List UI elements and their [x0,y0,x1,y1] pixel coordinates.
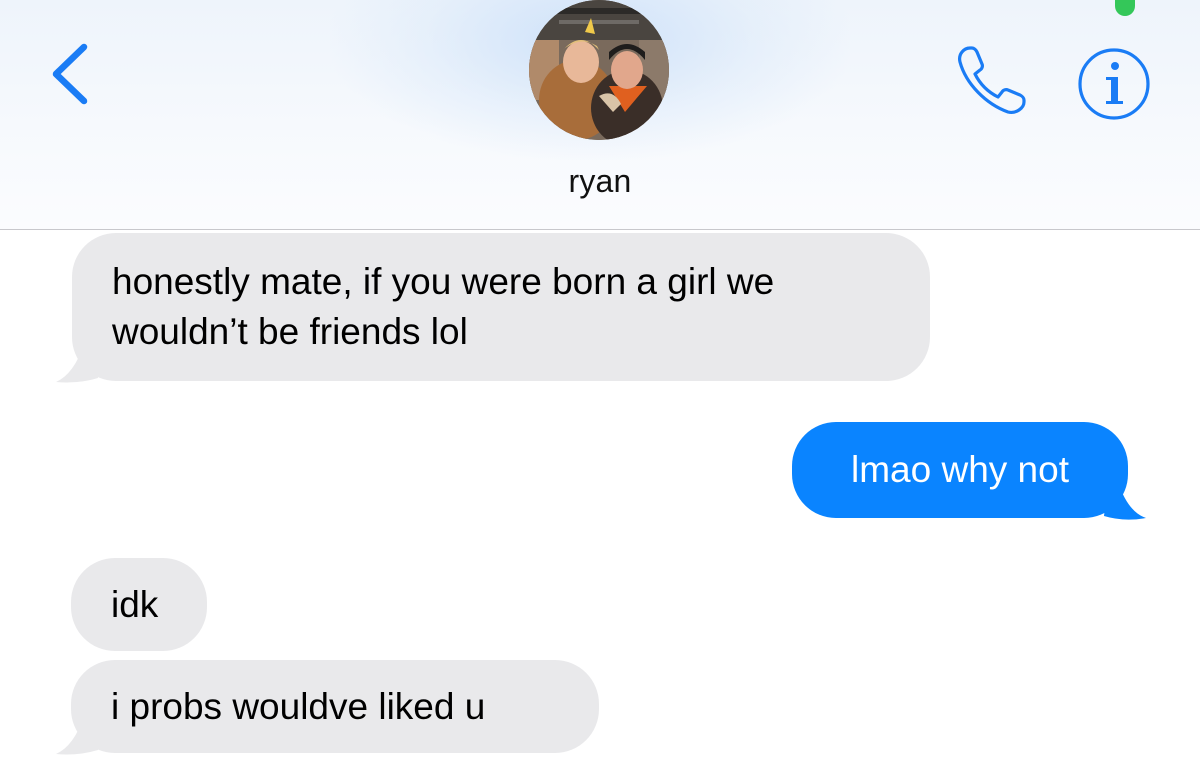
message-text: i probs wouldve liked u [111,686,486,727]
contact-name[interactable]: ryan [0,163,1200,200]
contact-photo [529,0,669,140]
message-text: lmao why not [851,449,1069,490]
message-bubble-received[interactable]: i probs wouldve liked u [71,660,599,753]
message-text: honestly mate, if you were born a girl w… [112,261,775,352]
message-bubble-received[interactable]: idk [71,558,207,651]
avatar[interactable] [529,0,669,140]
messages-screen: ryan honestly mate, if you were born a g… [0,0,1200,763]
call-button[interactable] [952,40,1032,120]
message-text: idk [111,584,159,625]
message-bubble-sent[interactable]: lmao why not [792,422,1128,518]
info-icon [1078,48,1150,120]
info-button[interactable] [1076,46,1152,122]
chevron-left-icon [52,43,88,105]
message-bubble-received[interactable]: honestly mate, if you were born a girl w… [72,233,930,381]
back-button[interactable] [40,38,100,110]
phone-icon [958,46,1026,114]
conversation-header: ryan [0,0,1200,230]
status-dot [1115,0,1135,16]
